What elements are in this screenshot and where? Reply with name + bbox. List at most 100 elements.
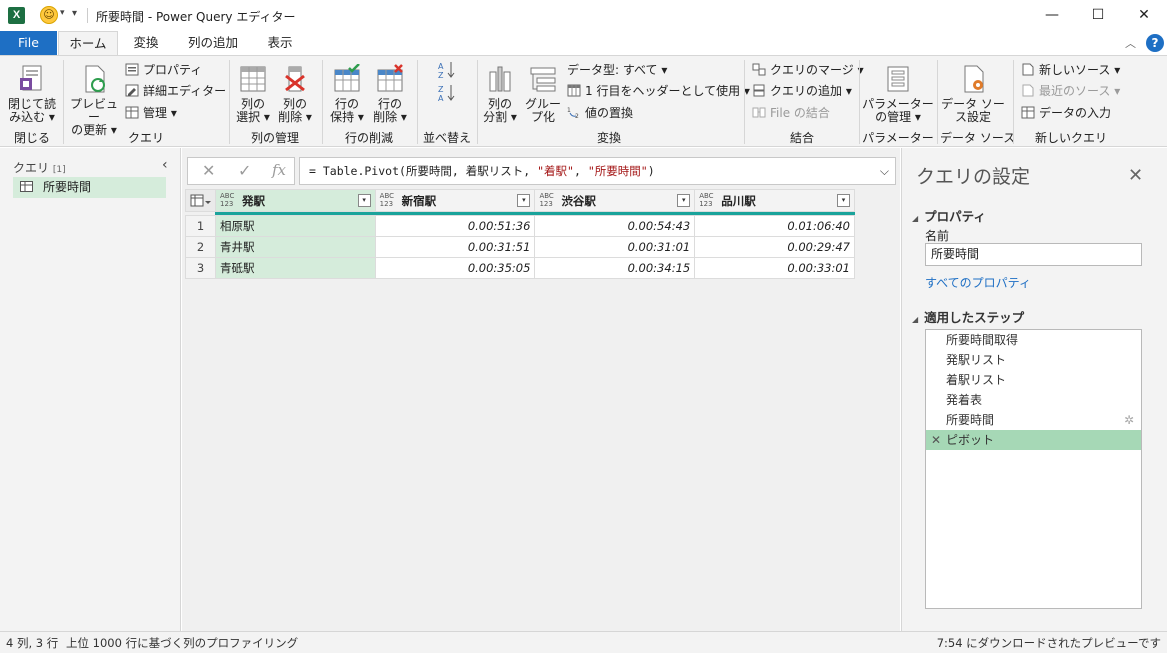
tab-home[interactable]: ホーム <box>58 31 118 56</box>
table-cell[interactable]: 0.00:51:36 <box>374 215 536 237</box>
enter-data-button[interactable]: データの入力 <box>1021 103 1111 123</box>
collapse-pane-icon[interactable]: ‹ <box>162 157 168 173</box>
filter-dropdown-icon[interactable]: ▾ <box>677 194 691 207</box>
column-header[interactable]: ABC 123 渋谷駅 ▾ <box>534 189 696 212</box>
table-cell[interactable]: 青砥駅 <box>214 257 376 279</box>
new-source-label: 新しいソース <box>1039 63 1111 77</box>
window-title: 所要時間 - Power Query エディター <box>96 10 296 24</box>
manage-parameters-button[interactable]: パラメーター の管理 ▾ <box>862 64 934 124</box>
query-name-input[interactable]: 所要時間 <box>925 243 1142 266</box>
queries-header-label: クエリ <box>13 161 50 175</box>
query-item[interactable]: 所要時間 <box>13 177 166 198</box>
group-separator <box>937 60 938 144</box>
filter-dropdown-icon[interactable]: ▾ <box>837 194 850 207</box>
table-menu-icon[interactable] <box>185 189 216 212</box>
applied-step-active[interactable]: ✕ ピボット <box>926 430 1141 450</box>
table-cell[interactable]: 0.00:33:01 <box>694 257 855 279</box>
close-pane-icon[interactable]: ✕ <box>1128 165 1143 186</box>
sort-descending-button[interactable]: ZA <box>437 83 457 106</box>
row-number[interactable]: 1 <box>185 215 216 237</box>
status-profiling[interactable]: 上位 1000 行に基づく列のプロファイリング <box>66 635 298 651</box>
gear-icon[interactable]: ✲ <box>1124 410 1134 430</box>
group-separator <box>477 60 478 144</box>
applied-step[interactable]: 発着表 <box>926 390 1141 410</box>
data-type-dropdown[interactable]: データ型: すべて ▾ <box>567 60 667 80</box>
quick-access-dropdown-icon[interactable]: ▾ <box>72 8 77 19</box>
keep-rows-button[interactable]: 行の 保持 ▾ <box>326 63 368 124</box>
ribbon: 閉じて読 み込む ▾ 閉じる プレビュー の更新 ▾ プロパティ 詳細エディター… <box>0 55 1167 147</box>
append-queries-label: クエリの追加 <box>770 84 843 98</box>
table-cell[interactable]: 0.00:31:51 <box>374 236 536 258</box>
table-cell[interactable]: 青井駅 <box>214 236 376 258</box>
tab-file[interactable]: File <box>0 31 57 55</box>
table-cell[interactable]: 相原駅 <box>214 215 376 237</box>
manage-button[interactable]: 管理 ▾ <box>125 103 177 123</box>
split-column-button[interactable]: 列の 分割 ▾ <box>480 64 520 124</box>
recent-sources-button[interactable]: 最近のソース ▾ <box>1021 81 1120 101</box>
close-and-load-button[interactable]: 閉じて読 み込む ▾ <box>6 64 58 124</box>
tab-transform[interactable]: 変換 <box>123 31 169 55</box>
column-header[interactable]: ABC 123 発駅 ▾ <box>214 189 376 212</box>
properties-section[interactable]: ◢ プロパティ <box>912 206 986 225</box>
merge-queries-button[interactable]: クエリのマージ ▾ <box>752 60 864 80</box>
filter-dropdown-icon[interactable]: ▾ <box>517 194 531 207</box>
refresh-preview-button[interactable]: プレビュー の更新 ▾ <box>66 64 122 137</box>
properties-button[interactable]: プロパティ <box>125 60 202 80</box>
group-by-button[interactable]: グルー プ化 <box>522 64 564 124</box>
properties-section-label: プロパティ <box>924 209 986 224</box>
table-cell[interactable]: 0.00:35:05 <box>374 257 536 279</box>
maximize-button[interactable]: ☐ <box>1075 0 1121 31</box>
manage-params-label-2: の管理 <box>875 110 912 124</box>
title-bar: X ☺ ▾ ▾ 所要時間 - Power Query エディター — ☐ ✕ <box>0 0 1167 31</box>
choose-columns-button[interactable]: 列の 選択 ▾ <box>232 64 274 124</box>
applied-step[interactable]: 所要時間取得 <box>926 330 1141 350</box>
close-window-button[interactable]: ✕ <box>1121 0 1167 31</box>
main-area: ✕ ✓ fx = Table.Pivot(所要時間, 着駅リスト, "着駅", … <box>182 148 900 631</box>
sort-ascending-button[interactable]: AZ <box>437 60 457 83</box>
table-cell[interactable]: 0.00:54:43 <box>534 215 696 237</box>
collapse-ribbon-icon[interactable]: ︿ <box>1125 35 1136 51</box>
remove-rows-button[interactable]: 行の 削除 ▾ <box>369 64 411 124</box>
table-cell[interactable]: 0.00:29:47 <box>694 236 855 258</box>
applied-step[interactable]: 発駅リスト <box>926 350 1141 370</box>
combine-files-button[interactable]: File の結合 <box>752 103 830 123</box>
column-header[interactable]: ABC 123 新宿駅 ▾ <box>374 189 536 212</box>
advanced-editor-button[interactable]: 詳細エディター <box>125 81 226 101</box>
expand-formula-icon[interactable]: ⌵ <box>880 158 889 184</box>
help-icon[interactable]: ? <box>1146 34 1164 52</box>
row-number[interactable]: 3 <box>185 257 216 279</box>
delete-step-icon[interactable]: ✕ <box>931 430 941 450</box>
smiley-feedback-icon[interactable]: ☺ <box>40 6 58 24</box>
all-properties-link[interactable]: すべてのプロパティ <box>925 274 1031 291</box>
table-cell[interactable]: 0.01:06:40 <box>694 215 855 237</box>
column-header[interactable]: ABC 123 品川駅 ▾ <box>694 189 855 212</box>
parameters-icon <box>883 64 913 94</box>
confirm-icon[interactable]: ✓ <box>238 161 251 180</box>
applied-step[interactable]: 所要時間 ✲ <box>926 410 1141 430</box>
function-icon[interactable]: fx <box>272 161 286 179</box>
formula-input[interactable]: = Table.Pivot(所要時間, 着駅リスト, "着駅", "所要時間")… <box>299 157 896 185</box>
applied-steps-section[interactable]: ◢ 適用したステップ <box>912 307 1024 326</box>
applied-step[interactable]: 着駅リスト <box>926 370 1141 390</box>
remove-columns-icon <box>280 64 310 94</box>
feedback-dropdown-icon[interactable]: ▾ <box>60 8 65 18</box>
table-icon <box>20 181 33 192</box>
row-number[interactable]: 2 <box>185 236 216 258</box>
table-cell[interactable]: 0.00:34:15 <box>534 257 696 279</box>
table-cell[interactable]: 0.00:31:01 <box>534 236 696 258</box>
cancel-icon[interactable]: ✕ <box>202 161 215 180</box>
filter-dropdown-icon[interactable]: ▾ <box>357 194 371 207</box>
replace-values-button[interactable]: 1 2 値の置換 <box>567 103 633 123</box>
tab-view[interactable]: 表示 <box>258 31 302 55</box>
table-row: 2 青井駅 0.00:31:51 0.00:31:01 0.00:29:47 <box>185 236 855 258</box>
data-source-settings-button[interactable]: データ ソー ス設定 <box>940 64 1006 124</box>
new-source-button[interactable]: 新しいソース ▾ <box>1021 60 1120 80</box>
manage-table-icon <box>125 105 139 119</box>
header-row-icon <box>567 83 581 97</box>
remove-columns-button[interactable]: 列の 削除 ▾ <box>274 64 316 124</box>
type-any-icon: ABC 123 <box>539 192 554 208</box>
append-queries-button[interactable]: クエリの追加 ▾ <box>752 81 852 101</box>
use-first-row-as-headers-button[interactable]: 1 行目をヘッダーとして使用 ▾ <box>567 81 750 101</box>
tab-add-column[interactable]: 列の追加 <box>178 31 248 55</box>
minimize-button[interactable]: — <box>1029 0 1075 31</box>
